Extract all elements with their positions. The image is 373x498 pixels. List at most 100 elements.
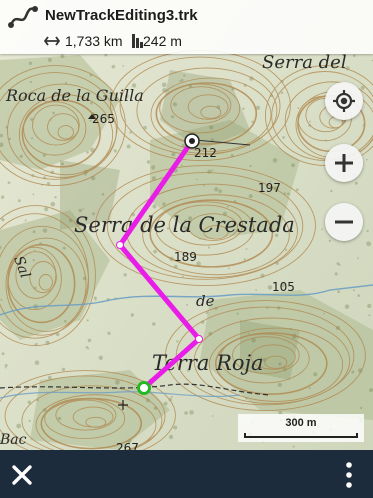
vegetation-dot — [161, 82, 167, 88]
vegetation-dot — [163, 401, 168, 406]
vegetation-dot — [4, 366, 7, 369]
vegetation-dot — [366, 229, 369, 233]
vegetation-dot — [366, 158, 368, 161]
vegetation-dot — [115, 379, 120, 385]
vegetation-dot — [248, 194, 253, 199]
vegetation-dot — [196, 178, 198, 181]
vegetation-dot — [130, 313, 134, 317]
zoom-in-button[interactable] — [325, 144, 363, 182]
vegetation-dot — [323, 312, 325, 315]
vegetation-dot — [35, 342, 38, 346]
vegetation-dot — [52, 111, 55, 115]
vegetation-dot — [338, 263, 341, 266]
vegetation-dot — [46, 181, 51, 186]
vegetation-dot — [313, 372, 318, 377]
distance-icon — [44, 36, 60, 46]
vegetation-dot — [176, 340, 179, 343]
vegetation-dot — [7, 181, 11, 185]
vegetation-dot — [94, 298, 97, 301]
vegetation-dot — [245, 248, 248, 251]
vegetation-dot — [162, 202, 166, 206]
vegetation-dot — [78, 208, 83, 213]
vegetation-dot — [282, 136, 285, 139]
vegetation-dot — [243, 258, 246, 261]
vegetation-dot — [47, 58, 52, 62]
vegetation-dot — [153, 249, 158, 254]
vegetation-dot — [218, 189, 222, 194]
vegetation-dot — [292, 445, 295, 448]
close-icon[interactable] — [8, 461, 36, 489]
vegetation-dot — [180, 78, 184, 82]
vegetation-dot — [359, 406, 363, 410]
vegetation-dot — [251, 120, 254, 123]
vegetation-dot — [0, 298, 3, 301]
track-end-marker[interactable] — [184, 133, 200, 149]
vegetation-dot — [330, 189, 333, 193]
vegetation-dot — [61, 367, 66, 372]
vegetation-dot — [249, 164, 252, 167]
vegetation-dot — [151, 165, 156, 170]
vegetation-dot — [64, 81, 68, 84]
vegetation-dot — [181, 275, 184, 278]
track-start-marker[interactable] — [137, 381, 151, 395]
vegetation-dot — [203, 184, 205, 187]
vegetation-dot — [286, 192, 290, 196]
vegetation-dot — [47, 375, 52, 380]
vegetation-dot — [0, 195, 5, 199]
vegetation-dot — [50, 201, 56, 207]
vegetation-dot — [87, 338, 92, 343]
vegetation-dot — [172, 102, 178, 107]
track-vertex[interactable] — [116, 241, 124, 249]
elevation-label: 189 — [174, 250, 197, 264]
vegetation-dot — [367, 303, 372, 308]
elevation-label: 197 — [258, 181, 281, 195]
vegetation-dot — [57, 416, 62, 421]
vegetation-dot — [352, 289, 355, 292]
vegetation-dot — [146, 160, 151, 164]
scale-label: 300 m — [285, 417, 317, 429]
vegetation-dot — [111, 64, 116, 69]
vegetation-dot — [351, 370, 355, 374]
vegetation-dot — [196, 261, 201, 266]
vegetation-dot — [357, 294, 361, 297]
vegetation-dot — [368, 314, 371, 317]
vegetation-dot — [31, 137, 34, 140]
vegetation-dot — [369, 388, 373, 393]
plus-icon — [335, 154, 353, 172]
route-icon — [8, 6, 38, 28]
vegetation-dot — [54, 196, 57, 199]
locate-button[interactable] — [325, 82, 363, 120]
vegetation-dot — [291, 163, 295, 168]
vegetation-dot — [255, 289, 257, 291]
vegetation-dot — [152, 322, 156, 326]
vegetation-dot — [64, 319, 67, 323]
vegetation-dot — [334, 272, 338, 276]
vegetation-dot — [297, 107, 300, 109]
vegetation-dot — [277, 382, 282, 387]
vegetation-dot — [107, 331, 111, 335]
vegetation-dot — [101, 193, 105, 196]
vegetation-dot — [42, 228, 48, 233]
vegetation-dot — [354, 181, 358, 185]
track-vertex[interactable] — [195, 335, 203, 343]
vegetation-dot — [337, 290, 340, 294]
zoom-out-button[interactable] — [325, 203, 363, 241]
vegetation-dot — [170, 396, 173, 398]
crosshair-icon — [333, 90, 355, 112]
vegetation-dot — [295, 188, 299, 192]
vegetation-dot — [236, 312, 239, 315]
vegetation-dot — [17, 199, 21, 203]
vegetation-dot — [321, 228, 324, 231]
vegetation-dot — [228, 267, 231, 270]
map-label-serra-del: Serra del — [262, 52, 347, 73]
vegetation-dot — [168, 434, 174, 440]
vegetation-dot — [242, 107, 245, 110]
more-vertical-icon[interactable] — [339, 460, 359, 490]
vegetation-dot — [24, 219, 27, 222]
vegetation-dot — [123, 273, 127, 277]
vegetation-dot — [4, 364, 8, 367]
scale-line — [244, 433, 358, 438]
vegetation-dot — [60, 162, 64, 166]
vegetation-dot — [207, 169, 212, 174]
vegetation-dot — [366, 241, 372, 247]
